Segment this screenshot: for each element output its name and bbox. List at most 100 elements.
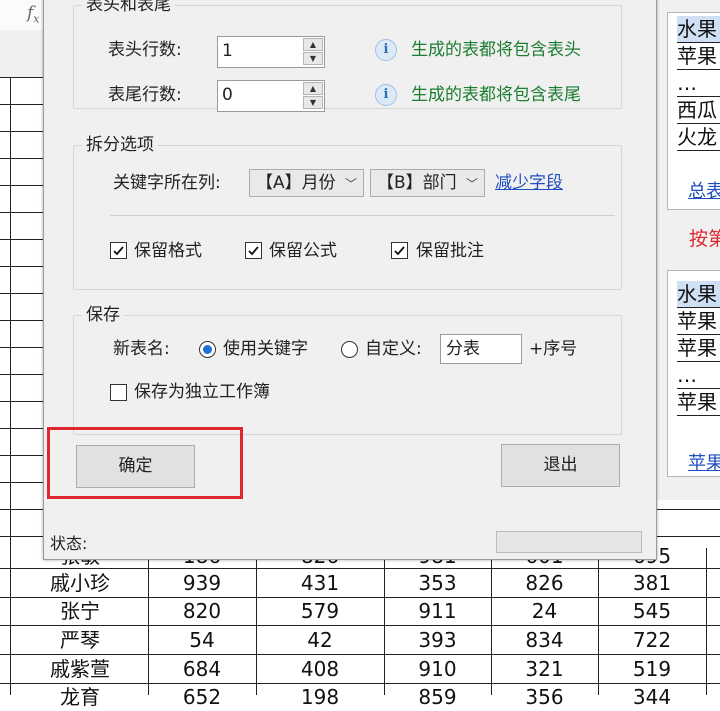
table-cell[interactable]: 910 [384,656,491,683]
preview-cell: … [677,362,720,389]
table-cell[interactable]: 张宁 [12,598,148,625]
table-cell[interactable]: 戚小珍 [12,570,148,597]
custom-name-value[interactable]: 分表 [446,338,480,360]
table-cell[interactable]: 356 [491,684,598,711]
radio-selected-dot [203,345,212,354]
table-cell[interactable]: 911 [384,598,491,625]
save-group: 保存 新表名: 使用关键字 自定义: 分表 +序号 保存为独立工作簿 [73,304,622,435]
stepper-buttons: ▲ ▼ [303,82,323,110]
table-cell[interactable]: 652 [148,684,256,711]
keep-comment-checkbox[interactable] [391,242,408,259]
table-cell[interactable]: 545 [598,598,706,625]
checkmark-icon [113,246,124,256]
stepper-down-button[interactable]: ▼ [303,52,323,65]
group-title-header-footer: 表头和表尾 [82,0,175,16]
dropdown-selected-value: 【A】月份 [256,173,336,193]
divider [110,215,615,216]
split-sheet-dialog: 表头和表尾 表头行数: 1 ▲ ▼ i 生成的表都将包含表头 表尾行数: 0 ▲… [43,0,657,560]
status-label: 状态: [50,534,88,553]
header-hint: 生成的表都将包含表头 [411,40,581,60]
footer-hint: 生成的表都将包含表尾 [411,85,581,105]
keep-formula-label[interactable]: 保留公式 [269,240,337,262]
key-column-label: 关键字所在列: [113,173,221,193]
preview-sheet-tab-total: 总表 [688,181,720,202]
preview-sheet-tab-apple: 苹果 [688,453,720,474]
info-icon: i [375,39,397,61]
table-row: 严琴 54 42 393 834 722 [0,627,720,654]
header-rows-label: 表头行数: [108,40,182,60]
key-column-dropdown-2[interactable]: 【B】部门 ﹀ [370,169,485,197]
table-cell[interactable]: 431 [256,570,384,597]
save-as-workbook-checkbox[interactable] [110,384,127,401]
table-cell[interactable]: 321 [491,656,598,683]
stepper-buttons: ▲ ▼ [303,38,323,66]
custom-name-input[interactable]: 分表 [440,334,522,364]
table-cell[interactable]: 198 [256,684,384,711]
footer-rows-label: 表尾行数: [108,85,182,105]
footer-rows-stepper[interactable]: 0 ▲ ▼ [217,80,325,112]
chevron-down-icon: ﹀ [465,177,478,191]
group-title-save: 保存 [82,304,124,326]
table-cell[interactable]: 龙育 [12,684,148,711]
table-row: 戚紫萱 684 408 910 321 519 [0,656,720,683]
keep-format-checkbox[interactable] [110,242,127,259]
table-cell[interactable]: 393 [384,627,491,654]
info-icon: i [375,84,397,106]
preview-cell: 苹果 [677,335,720,362]
stepper-up-button[interactable]: ▲ [303,38,323,51]
header-rows-value[interactable]: 1 [222,40,233,62]
table-cell[interactable]: 344 [598,684,706,711]
custom-name-radio[interactable] [341,341,358,358]
checkmark-icon [394,246,405,256]
annotation-highlight-box [47,427,243,499]
table-row: 戚小珍 939 431 353 826 381 [0,570,720,597]
use-keyword-label[interactable]: 使用关键字 [223,338,308,360]
keep-comment-label[interactable]: 保留批注 [416,240,484,262]
table-cell[interactable]: 939 [148,570,256,597]
table-row: 龙育 652 198 859 356 344 [0,684,720,711]
keep-format-label[interactable]: 保留格式 [134,240,202,262]
stepper-up-button[interactable]: ▲ [303,82,323,95]
preview-cell: 水果 [677,281,720,308]
table-cell[interactable]: 826 [491,570,598,597]
key-column-dropdown-1[interactable]: 【A】月份 ﹀ [249,169,364,197]
preview-cell: 火龙 [677,124,720,151]
table-cell[interactable]: 519 [598,656,706,683]
remove-field-link[interactable]: 减少字段 [495,172,563,194]
table-cell[interactable]: 严琴 [12,627,148,654]
use-keyword-radio[interactable] [199,341,216,358]
header-rows-stepper[interactable]: 1 ▲ ▼ [217,36,325,68]
stepper-down-button[interactable]: ▼ [303,96,323,109]
exit-button[interactable]: 退出 [501,444,620,487]
table-cell[interactable]: 579 [256,598,384,625]
footer-rows-value[interactable]: 0 [222,84,233,106]
table-cell[interactable]: 353 [384,570,491,597]
table-cell[interactable]: 834 [491,627,598,654]
split-options-group: 拆分选项 关键字所在列: 【A】月份 ﹀ 【B】部门 ﹀ 减少字段 保留格式 保… [73,134,622,290]
dropdown-selected-value: 【B】部门 [377,173,457,193]
table-cell[interactable]: 42 [256,627,384,654]
preview-split-label: 按第 [689,228,720,250]
gridline [0,625,720,626]
keep-formula-checkbox[interactable] [245,242,262,259]
preview-cell: 水果 [677,16,720,43]
save-as-workbook-label[interactable]: 保存为独立工作簿 [134,381,270,403]
sequence-suffix-label: +序号 [529,339,578,359]
preview-cell: 西瓜 [677,97,720,124]
table-cell[interactable]: 820 [148,598,256,625]
custom-name-label[interactable]: 自定义: [365,338,422,360]
function-fx-icon[interactable]: fx [27,3,40,25]
table-cell[interactable]: 381 [598,570,706,597]
table-cell[interactable]: 54 [148,627,256,654]
new-sheet-name-label: 新表名: [113,339,170,359]
chevron-down-icon: ﹀ [344,177,357,191]
table-cell[interactable]: 859 [384,684,491,711]
table-cell[interactable]: 24 [491,598,598,625]
preview-cell: 苹果 [677,43,720,70]
table-row: 张宁 820 579 911 24 545 [0,598,720,625]
table-cell[interactable]: 408 [256,656,384,683]
table-cell[interactable]: 684 [148,656,256,683]
table-cell[interactable]: 戚紫萱 [12,656,148,683]
preview-cell: 苹果 [677,389,720,416]
table-cell[interactable]: 722 [598,627,706,654]
